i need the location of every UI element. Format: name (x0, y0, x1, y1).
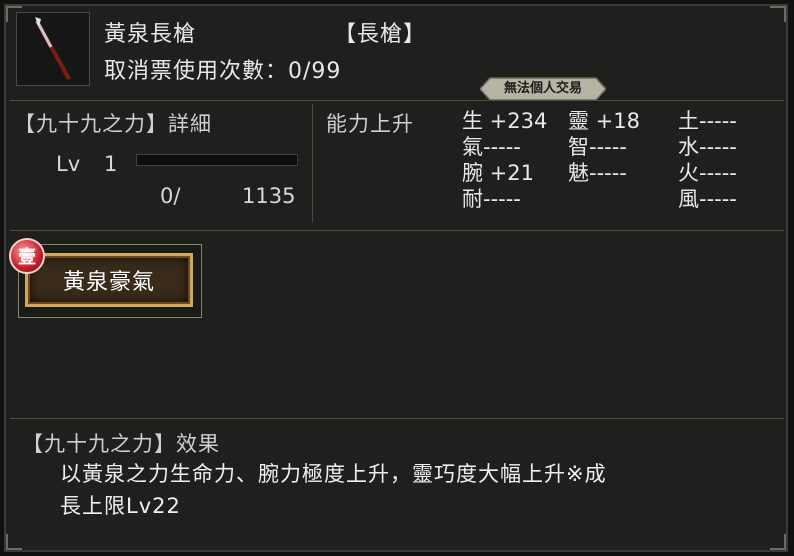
item-type: 【長槍】 (334, 22, 427, 47)
stat-intellect: 智----- (568, 135, 627, 159)
cancel-ticket-label: 取消票使用次數： (104, 59, 289, 84)
cancel-ticket-value: 0/99 (288, 59, 342, 84)
divider (10, 100, 784, 101)
item-icon-frame (16, 12, 90, 86)
corner-ornament (770, 534, 786, 550)
level-label: Lv (56, 152, 81, 176)
item-name: 黃泉長槍 (104, 22, 197, 47)
level-value: 1 (104, 152, 118, 176)
stat-arm: 腕 +21 (462, 161, 534, 185)
stat-fire: 火----- (678, 161, 737, 185)
stat-endurance: 耐----- (462, 187, 521, 211)
skill-slot: 黃泉豪氣 (18, 244, 202, 318)
divider (10, 230, 784, 231)
corner-ornament (6, 534, 22, 550)
stat-wind: 風----- (678, 187, 737, 211)
stat-earth: 土----- (678, 109, 737, 133)
stat-life: 生 +234 (462, 109, 548, 133)
stat-water: 水----- (678, 135, 737, 159)
exp-max: 1135 (242, 184, 296, 208)
spear-icon (35, 17, 71, 80)
ability-increase-title: 能力上升 (326, 112, 414, 136)
power-effect-title: 【九十九之力】效果 (22, 432, 220, 456)
stat-charm: 魅----- (568, 161, 627, 185)
divider (312, 104, 313, 222)
skill-button[interactable]: 黃泉豪氣 (25, 253, 193, 307)
exp-progress-bar (136, 154, 298, 166)
stat-spirit: 靈 +18 (568, 109, 640, 133)
badge-label: 無法個人交易 (503, 81, 582, 96)
effect-description-line: 長上限Lv22 (60, 494, 181, 518)
effect-description-line: 以黃泉之力生命力、腕力極度上升，靈巧度大幅上升※成 (60, 462, 607, 486)
divider (10, 418, 784, 419)
stat-ki: 氣----- (462, 135, 521, 159)
skill-name: 黃泉豪氣 (62, 270, 155, 295)
tier-badge: 壹 (9, 238, 45, 274)
cancel-ticket-count: 取消票使用次數：0/99 (104, 53, 341, 85)
exp-current: 0/ (160, 184, 181, 208)
tier-label: 壹 (18, 247, 36, 268)
corner-ornament (770, 6, 786, 22)
untradeable-badge: 無法個人交易 (480, 77, 606, 101)
power-detail-title: 【九十九之力】詳細 (14, 112, 212, 136)
